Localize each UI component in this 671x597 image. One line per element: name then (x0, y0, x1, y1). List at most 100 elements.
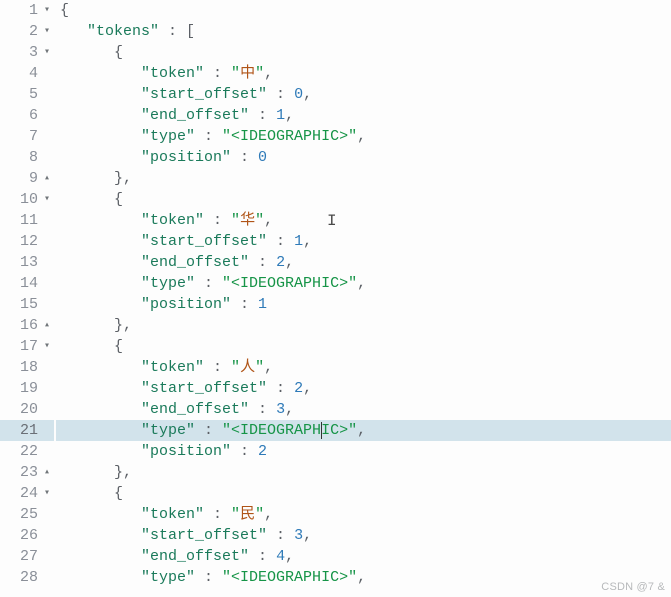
code-line[interactable]: "token" : "民", (56, 504, 671, 525)
gutter-line: 9▴ (0, 168, 54, 189)
code-line[interactable]: "position" : 1 (56, 294, 671, 315)
fold-open-icon[interactable]: ▾ (42, 489, 52, 499)
token-p: : (267, 380, 294, 397)
token-p: }, (114, 317, 132, 334)
line-number: 1 (29, 0, 40, 21)
token-n: 2 (276, 254, 285, 271)
fold-close-icon[interactable]: ▴ (42, 321, 52, 331)
code-line[interactable]: "type" : "<IDEOGRAPHIC>", (56, 273, 671, 294)
line-number: 6 (29, 105, 40, 126)
gutter-line: 16▴ (0, 315, 54, 336)
token-p: , (303, 527, 312, 544)
token-cj: 中 (240, 65, 255, 82)
code-line[interactable]: "end_offset" : 1, (56, 105, 671, 126)
line-number: 5 (29, 84, 40, 105)
token-p: : (231, 149, 258, 166)
code-line[interactable]: "start_offset" : 2, (56, 378, 671, 399)
token-s: "<IDEOGRAPHIC>" (222, 128, 357, 145)
token-s: "<IDEOGRAPHIC>" (222, 569, 357, 586)
line-number: 20 (20, 399, 40, 420)
code-line[interactable]: "type" : "<IDEOGRAPHIC>", (56, 420, 671, 441)
token-p: , (285, 401, 294, 418)
token-p: , (357, 275, 366, 292)
token-n: 1 (258, 296, 267, 313)
code-line[interactable]: { (56, 336, 671, 357)
line-number: 9 (29, 168, 40, 189)
gutter-line: 26▾ (0, 525, 54, 546)
token-n: 3 (294, 527, 303, 544)
code-line[interactable]: "token" : "华",I (56, 210, 671, 231)
token-p: , (264, 359, 273, 376)
code-line[interactable]: { (56, 0, 671, 21)
code-line[interactable]: "end_offset" : 3, (56, 399, 671, 420)
fold-open-icon[interactable]: ▾ (42, 48, 52, 58)
token-p: }, (114, 170, 132, 187)
gutter-line: 17▾ (0, 336, 54, 357)
line-number: 2 (29, 21, 40, 42)
gutter-line: 3▾ (0, 42, 54, 63)
code-line[interactable]: "start_offset" : 1, (56, 231, 671, 252)
token-p: { (114, 191, 123, 208)
token-n: 1 (276, 107, 285, 124)
fold-close-icon[interactable]: ▴ (42, 468, 52, 478)
code-line[interactable]: "end_offset" : 4, (56, 546, 671, 567)
token-p: { (60, 2, 69, 19)
gutter-line: 12▾ (0, 231, 54, 252)
code-area[interactable]: { "tokens" : [ { "token" : "中", "start_o… (56, 0, 671, 597)
fold-open-icon[interactable]: ▾ (42, 27, 52, 37)
token-k: "token" (141, 359, 204, 376)
token-s: " (255, 212, 264, 229)
fold-open-icon[interactable]: ▾ (42, 342, 52, 352)
token-p: : (249, 254, 276, 271)
code-line[interactable]: "position" : 0 (56, 147, 671, 168)
token-p: : (195, 128, 222, 145)
code-editor[interactable]: 1▾2▾3▾4▾5▾6▾7▾8▾9▴10▾11▾12▾13▾14▾15▾16▴1… (0, 0, 671, 597)
token-p: : (195, 422, 222, 439)
code-line[interactable]: { (56, 42, 671, 63)
code-line[interactable]: "start_offset" : 0, (56, 84, 671, 105)
gutter-line: 4▾ (0, 63, 54, 84)
token-n: 2 (258, 443, 267, 460)
code-line[interactable]: "tokens" : [ (56, 21, 671, 42)
token-p: : (249, 401, 276, 418)
line-number: 27 (20, 546, 40, 567)
fold-close-icon[interactable]: ▴ (42, 174, 52, 184)
gutter-line: 13▾ (0, 252, 54, 273)
line-number-gutter: 1▾2▾3▾4▾5▾6▾7▾8▾9▴10▾11▾12▾13▾14▾15▾16▴1… (0, 0, 56, 597)
code-line[interactable]: }, (56, 168, 671, 189)
token-n: 4 (276, 548, 285, 565)
token-k: "start_offset" (141, 86, 267, 103)
code-line[interactable]: "position" : 2 (56, 441, 671, 462)
token-n: 1 (294, 233, 303, 250)
token-k: "end_offset" (141, 107, 249, 124)
code-line[interactable]: "type" : "<IDEOGRAPHIC>", (56, 126, 671, 147)
gutter-line: 27▾ (0, 546, 54, 567)
token-p: : (204, 359, 231, 376)
gutter-line: 23▴ (0, 462, 54, 483)
token-p: { (114, 338, 123, 355)
token-p: , (303, 380, 312, 397)
code-line[interactable]: "token" : "人", (56, 357, 671, 378)
fold-open-icon[interactable]: ▾ (42, 195, 52, 205)
code-line[interactable]: "end_offset" : 2, (56, 252, 671, 273)
gutter-line: 25▾ (0, 504, 54, 525)
gutter-line: 15▾ (0, 294, 54, 315)
code-line[interactable]: }, (56, 462, 671, 483)
line-number: 17 (20, 336, 40, 357)
code-line[interactable]: "token" : "中", (56, 63, 671, 84)
line-number: 16 (20, 315, 40, 336)
token-cj: 人 (240, 359, 255, 376)
code-line[interactable]: { (56, 189, 671, 210)
fold-open-icon[interactable]: ▾ (42, 6, 52, 16)
code-line[interactable]: "type" : "<IDEOGRAPHIC>", (56, 567, 671, 588)
token-s: " (255, 359, 264, 376)
gutter-line: 6▾ (0, 105, 54, 126)
line-number: 4 (29, 63, 40, 84)
code-line[interactable]: "start_offset" : 3, (56, 525, 671, 546)
code-line[interactable]: { (56, 483, 671, 504)
watermark-text: CSDN @7 & (601, 581, 665, 593)
token-p: , (357, 422, 366, 439)
line-number: 10 (20, 189, 40, 210)
token-k: "start_offset" (141, 380, 267, 397)
code-line[interactable]: }, (56, 315, 671, 336)
